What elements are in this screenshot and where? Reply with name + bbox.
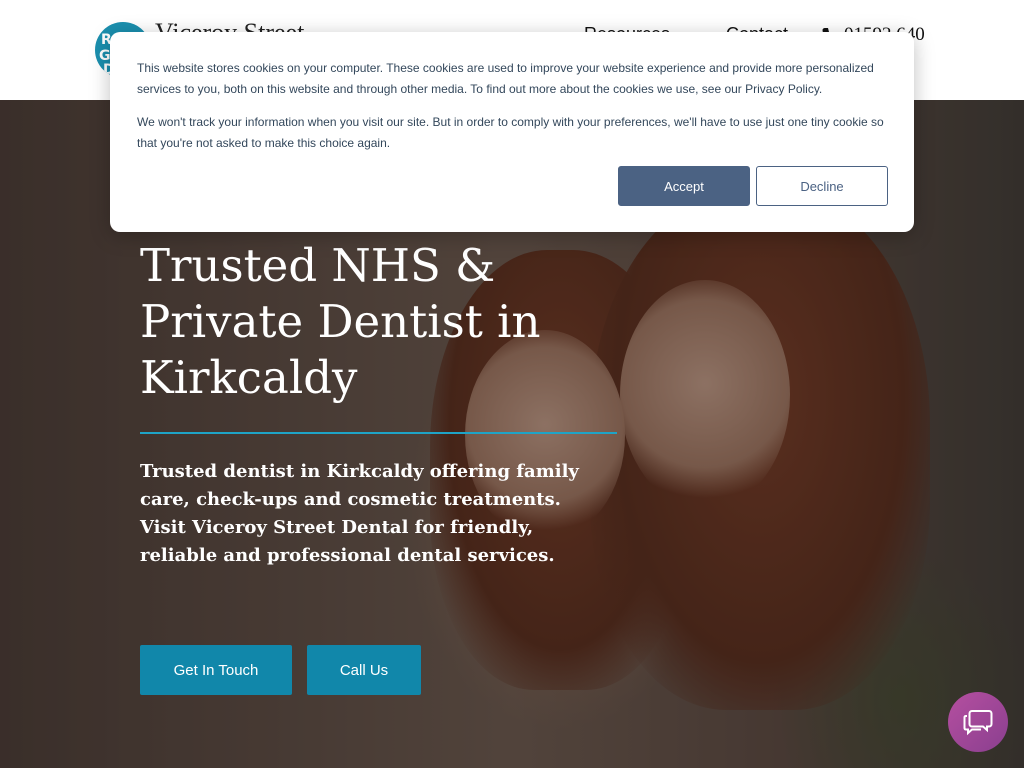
get-in-touch-button[interactable]: Get In Touch	[140, 645, 292, 695]
cookie-consent-dialog: This website stores cookies on your comp…	[110, 32, 914, 232]
cookie-text-primary: This website stores cookies on your comp…	[137, 61, 874, 96]
hero-divider	[140, 432, 617, 434]
call-us-button[interactable]: Call Us	[307, 645, 421, 695]
chat-launcher-button[interactable]	[948, 692, 1008, 752]
accept-cookies-button[interactable]: Accept	[618, 166, 750, 206]
hero-subtitle: Trusted dentist in Kirkcaldy offering fa…	[140, 461, 579, 566]
chat-icon	[963, 710, 993, 736]
hero-title: Trusted NHS & Private Dentist in Kirkcal…	[140, 239, 541, 404]
decline-cookies-button[interactable]: Decline	[756, 166, 888, 206]
cookie-text-secondary: We won't track your information when you…	[137, 115, 884, 150]
